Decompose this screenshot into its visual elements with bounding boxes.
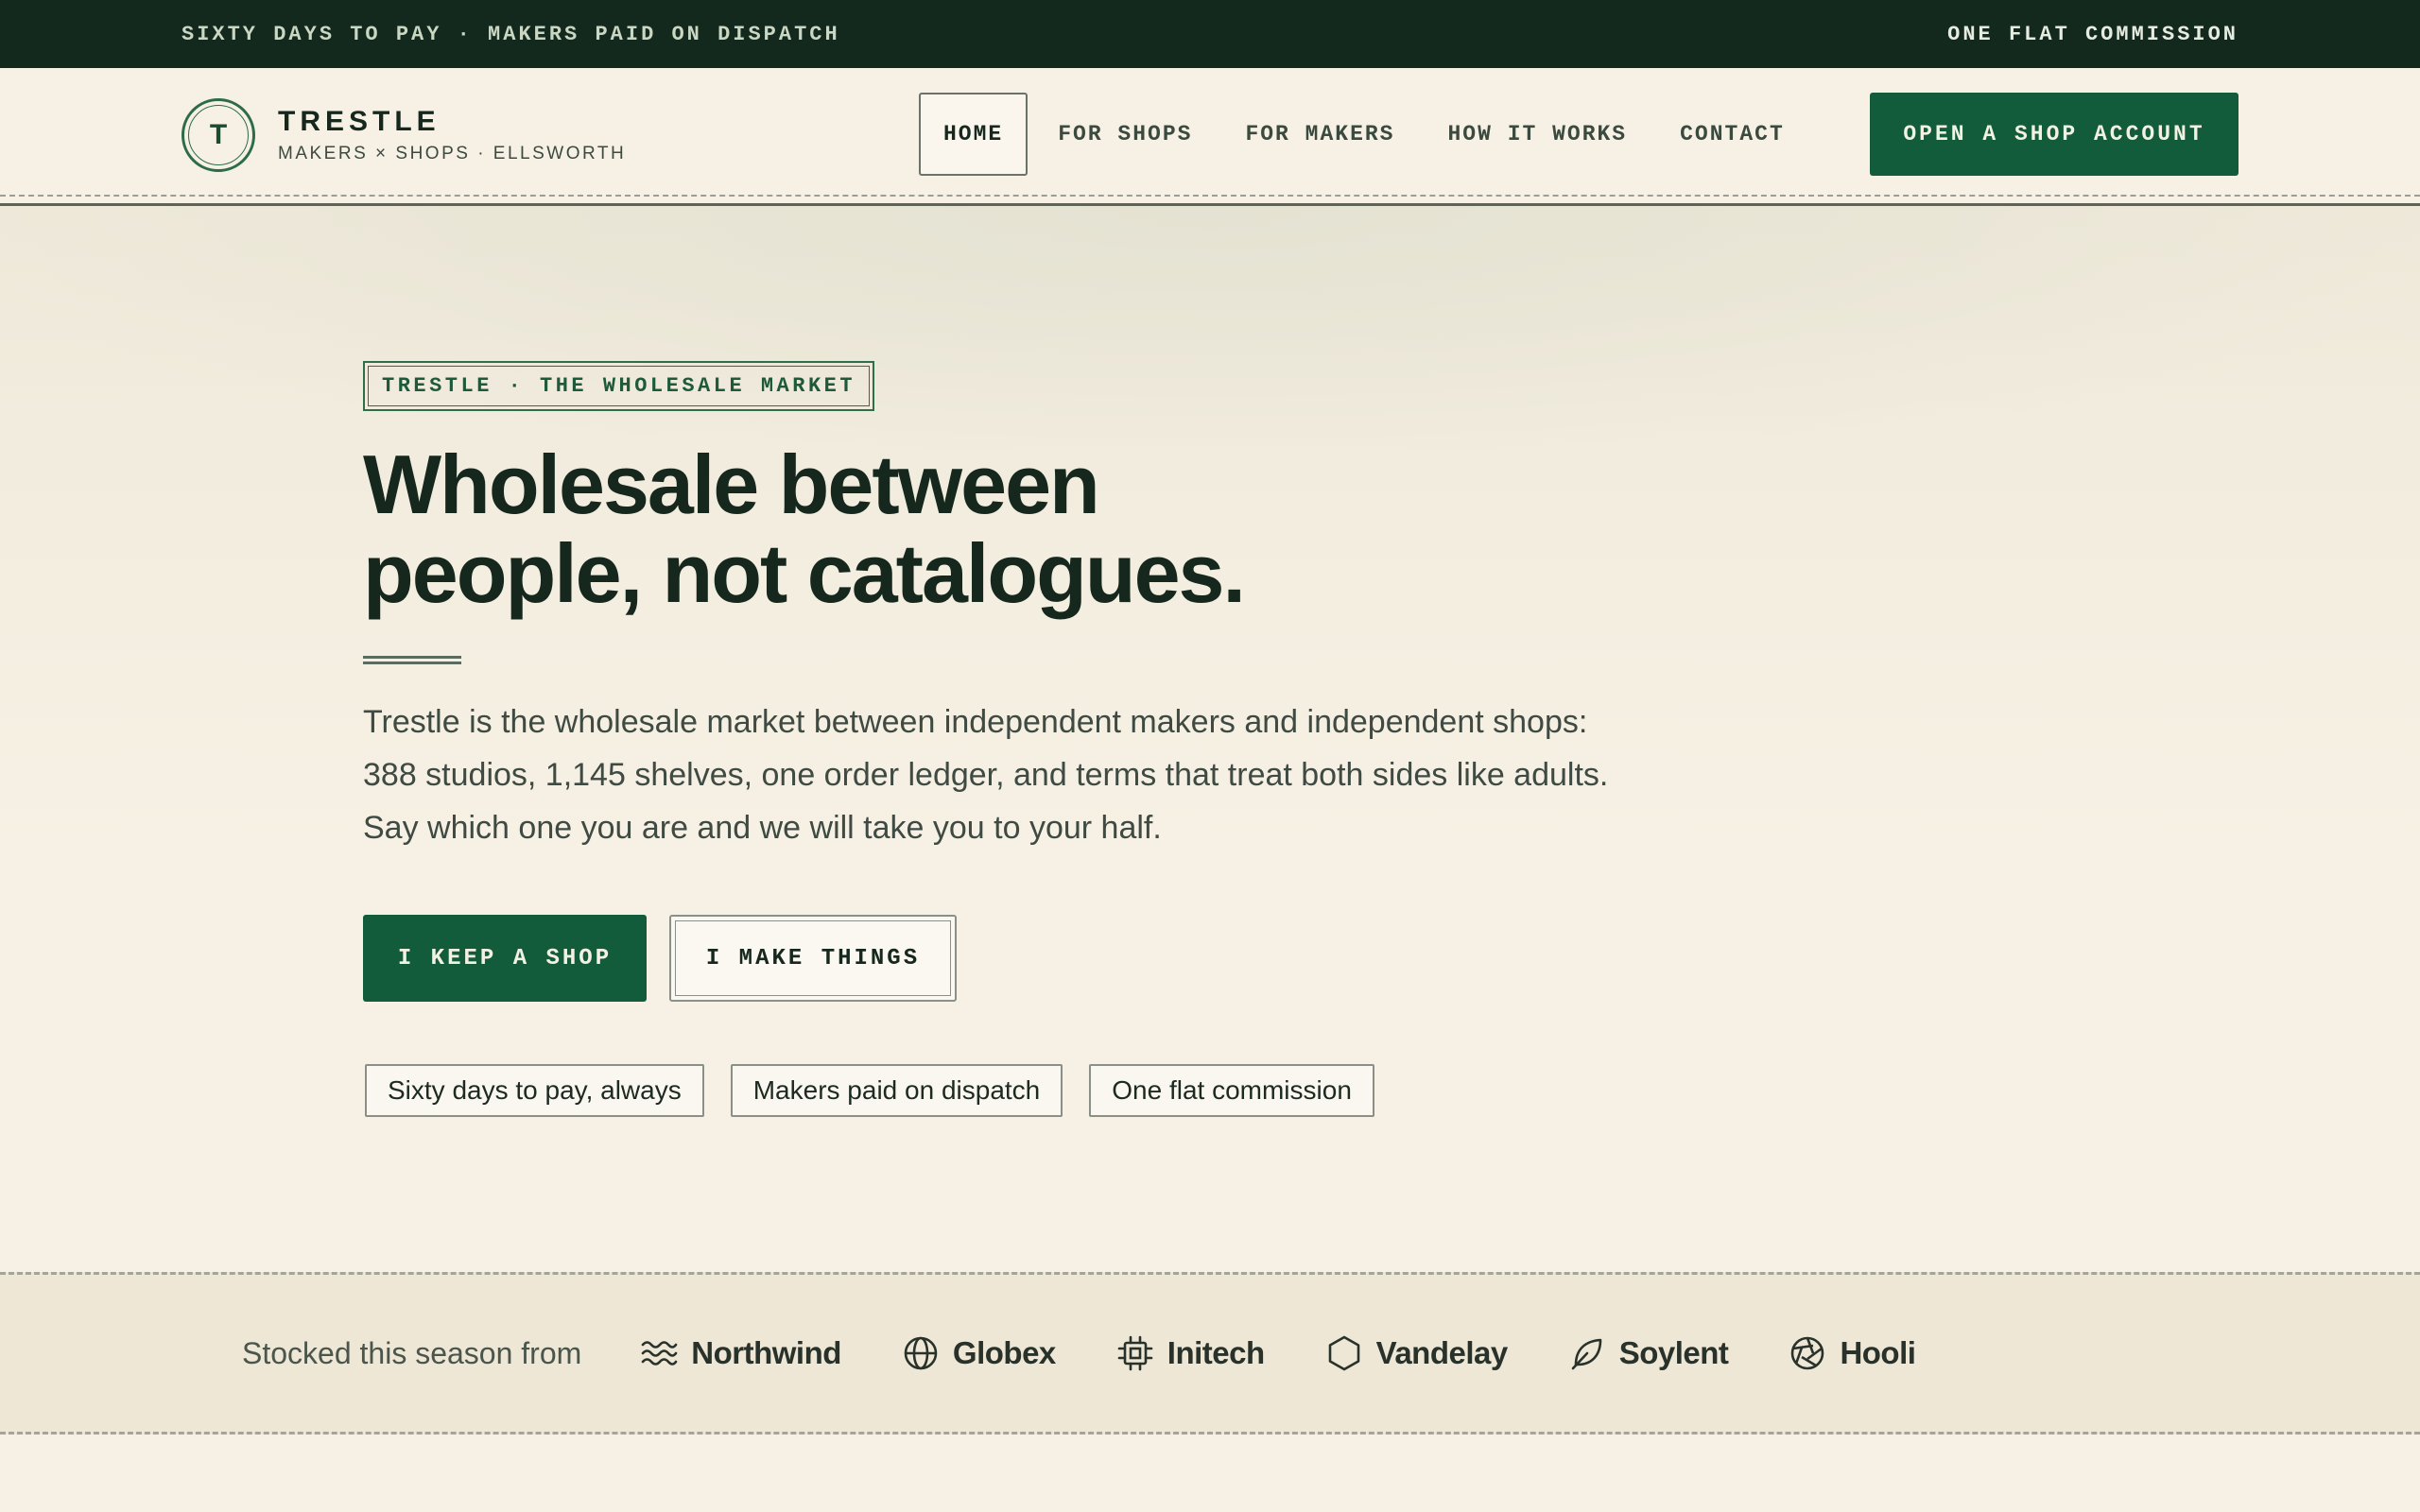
logo-name: Vandelay (1375, 1335, 1509, 1370)
headline-divider (363, 656, 461, 664)
brand-logo[interactable]: T TRESTLE MAKERS × SHOPS · ELLSWORTH (182, 98, 626, 172)
logo-vandelay: Vandelay (1325, 1334, 1508, 1372)
feature-pill: Makers paid on dispatch (730, 1064, 1063, 1117)
hero-feature-pills: Sixty days to pay, always Makers paid on… (365, 1064, 1401, 1117)
brand-mark-letter: T (209, 119, 228, 150)
logo-name: Initech (1167, 1335, 1265, 1370)
hero-headline: Wholesale between people, not catalogues… (363, 440, 1403, 618)
brand-mark-icon: T (182, 98, 255, 172)
hero-eyebrow-label: TRESTLE · THE WHOLESALE MARKET (368, 366, 871, 406)
leaf-icon (1571, 1338, 1602, 1370)
brand-tagline: MAKERS × SHOPS · ELLSWORTH (278, 144, 627, 163)
i-make-things-label: I MAKE THINGS (675, 920, 951, 996)
hero-headline-line1: Wholesale between (363, 438, 1100, 531)
i-keep-a-shop-button[interactable]: I KEEP A SHOP (363, 915, 647, 1002)
hero-lede: Trestle is the wholesale market between … (363, 704, 1609, 846)
page-bottom-area (0, 1435, 2420, 1512)
chip-icon (1117, 1335, 1153, 1371)
site-header: T TRESTLE MAKERS × SHOPS · ELLSWORTH HOM… (0, 68, 2420, 198)
nav-item-contact[interactable]: CONTACT (1657, 93, 1807, 176)
logo-name: Northwind (691, 1335, 841, 1370)
logo-hooli: Hooli (1789, 1334, 1916, 1372)
stockist-label: Stocked this season from (242, 1335, 582, 1370)
nav-item-how-it-works[interactable]: HOW IT WORKS (1425, 93, 1650, 176)
nav-item-for-makers[interactable]: FOR MAKERS (1222, 93, 1417, 176)
feature-pill: One flat commission (1089, 1064, 1374, 1117)
open-shop-account-button[interactable]: OPEN A SHOP ACCOUNT (1870, 93, 2238, 176)
hero-eyebrow-badge: TRESTLE · THE WHOLESALE MARKET (363, 361, 875, 411)
main-nav: HOME FOR SHOPS FOR MAKERS HOW IT WORKS C… (919, 93, 1815, 176)
announcement-bar: SIXTY DAYS TO PAY · MAKERS PAID ON DISPA… (0, 0, 2420, 68)
globe-icon (904, 1336, 938, 1370)
logo-initech: Initech (1116, 1334, 1265, 1372)
i-make-things-button[interactable]: I MAKE THINGS (669, 915, 957, 1002)
stockist-logo-row: Stocked this season from Northwind Globe… (242, 1275, 1976, 1432)
aperture-icon (1791, 1336, 1824, 1370)
logo-name: Soylent (1618, 1335, 1729, 1370)
stockist-logo-strip: Stocked this season from Northwind Globe… (0, 1272, 2420, 1435)
feature-pill: Sixty days to pay, always (365, 1064, 704, 1117)
nav-item-home[interactable]: HOME (919, 93, 1028, 176)
hexagon-icon (1328, 1335, 1359, 1371)
logo-name: Globex (952, 1335, 1056, 1370)
header-dashed-divider (0, 195, 2420, 197)
hero-headline-line2: people, not catalogues. (363, 526, 1246, 620)
logo-name: Hooli (1840, 1335, 1916, 1370)
logo-soylent: Soylent (1568, 1334, 1729, 1372)
brand-name: TRESTLE (278, 106, 441, 137)
logo-globex: Globex (902, 1334, 1056, 1372)
waves-icon (641, 1341, 678, 1366)
announcement-right: ONE FLAT COMMISSION (1947, 22, 2238, 46)
hero-section: TRESTLE · THE WHOLESALE MARKET Wholesale… (0, 206, 2420, 1272)
logo-northwind: Northwind (640, 1334, 841, 1372)
nav-item-for-shops[interactable]: FOR SHOPS (1035, 93, 1215, 176)
brand-text: TRESTLE MAKERS × SHOPS · ELLSWORTH (278, 106, 626, 164)
announcement-left: SIXTY DAYS TO PAY · MAKERS PAID ON DISPA… (182, 22, 840, 46)
